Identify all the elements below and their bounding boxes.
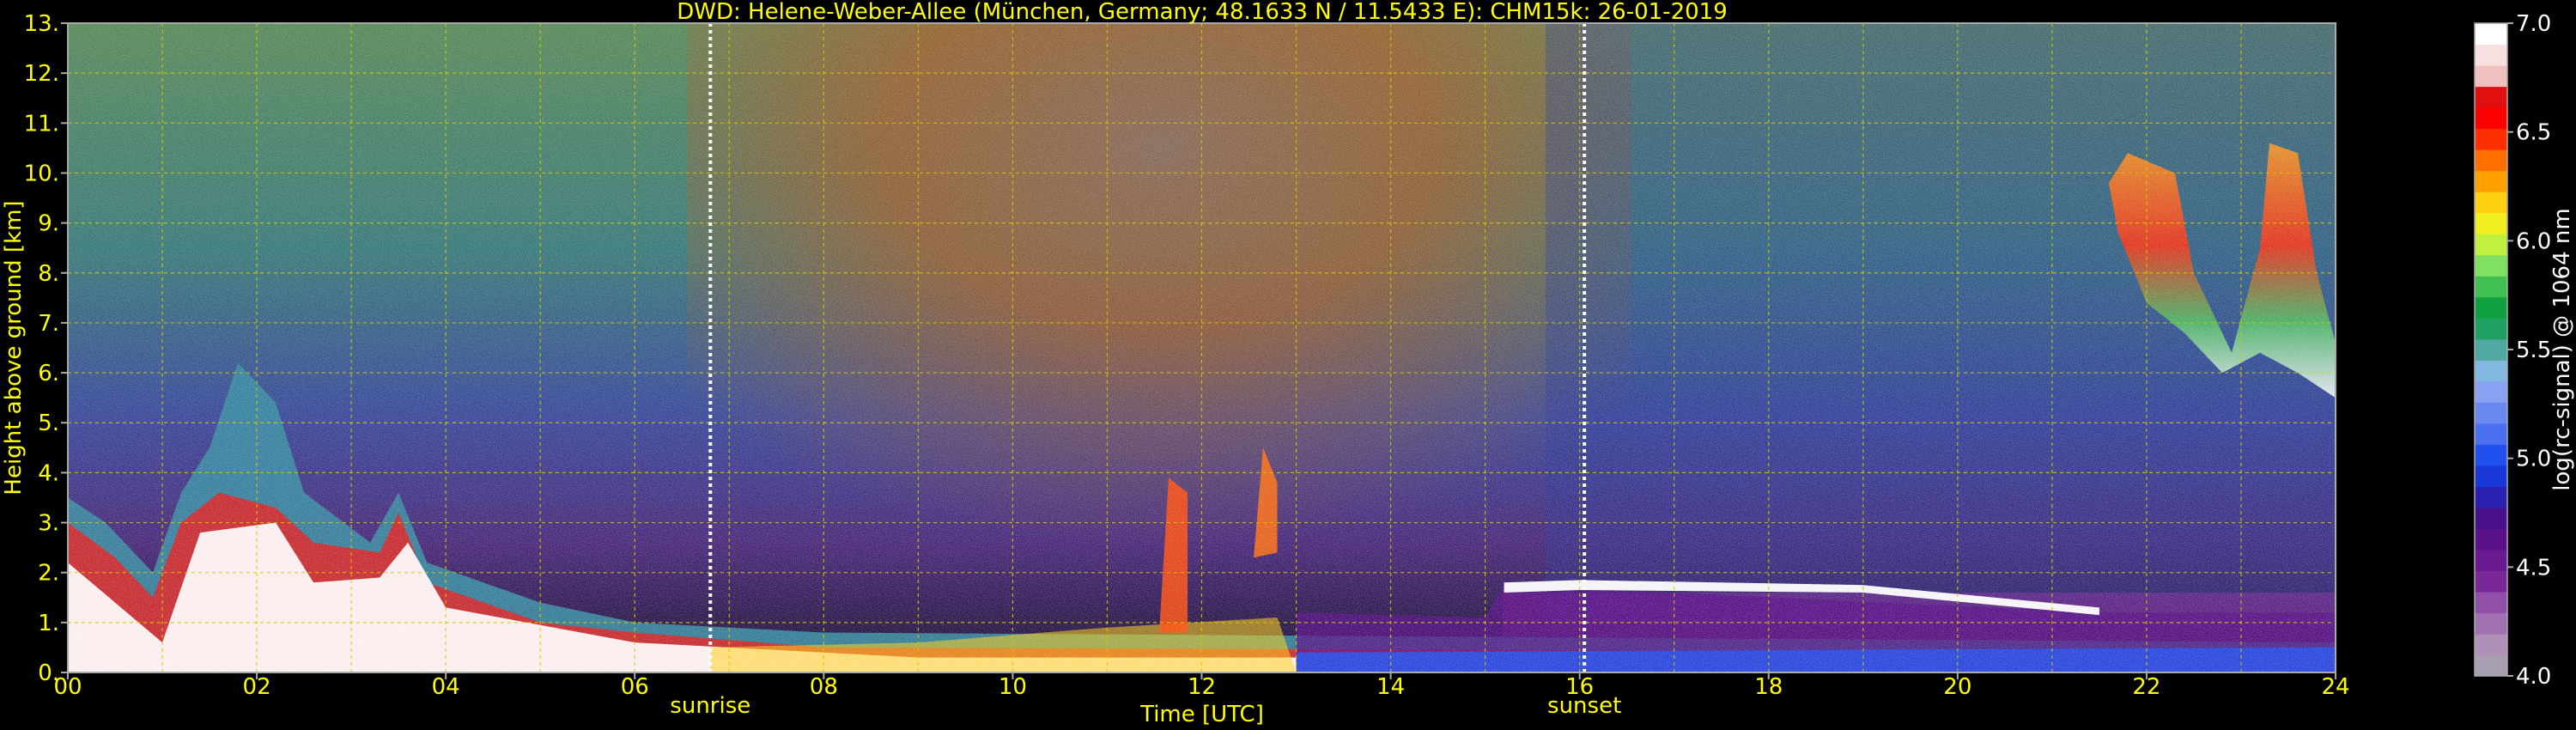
y-axis-label: Height above ground [km] (1, 200, 27, 495)
y-tick-label: 5. (38, 411, 59, 436)
x-tick-label: 02 (243, 674, 271, 700)
colorbar-segment (2475, 654, 2507, 677)
sunrise-label: sunrise (670, 693, 750, 719)
colorbar-segment (2475, 423, 2507, 445)
colorbar-tick-label: 5.5 (2516, 338, 2551, 363)
colorbar-segment (2475, 486, 2507, 508)
y-tick-label: 12. (24, 61, 59, 87)
x-axis: 00 02 04 06 08 10 12 14 16 18 20 22 24 (53, 672, 2350, 700)
x-tick-label: 06 (621, 674, 649, 700)
colorbar-tick-label: 4.5 (2516, 555, 2551, 581)
colorbar-segment (2475, 338, 2507, 361)
colorbar-tick-label: 6.0 (2516, 228, 2551, 254)
colorbar-segment (2475, 465, 2507, 487)
x-tick-label: 14 (1376, 674, 1405, 700)
colorbar-segment (2475, 612, 2507, 635)
colorbar-segment (2475, 86, 2507, 108)
colorbar-segment (2475, 633, 2507, 656)
x-tick-label: 20 (1943, 674, 1971, 700)
chart-title: DWD: Helene-Weber-Allee (München, German… (677, 0, 1728, 25)
colorbar-segment (2475, 107, 2507, 130)
y-tick-label: 13. (24, 11, 59, 37)
colorbar-segment (2475, 149, 2507, 172)
colorbar-segment (2475, 296, 2507, 319)
x-tick-label: 18 (1754, 674, 1783, 700)
x-tick-label: 12 (1188, 674, 1216, 700)
colorbar (2475, 23, 2507, 677)
y-tick-label: 0. (38, 660, 59, 686)
colorbar-segment (2475, 44, 2507, 66)
y-axis: 0. 1. 2. 3. 4. 5. 6. 7. 8. 9. 10. 11. 12. 13. (24, 11, 68, 686)
colorbar-label: log(rc-signal) @ 1064 nm (2549, 208, 2575, 490)
y-tick-label: 4. (38, 460, 59, 486)
colorbar-tick-label: 4.0 (2516, 664, 2551, 690)
colorbar-segment (2475, 360, 2507, 382)
colorbar-segment (2475, 23, 2507, 46)
colorbar-segment (2475, 380, 2507, 403)
colorbar-segment (2475, 192, 2507, 214)
colorbar-segment (2475, 254, 2507, 277)
y-tick-label: 10. (24, 161, 59, 186)
colorbar-tick-label: 7.0 (2516, 11, 2551, 37)
colorbar-segment (2475, 507, 2507, 529)
colorbar-segment (2475, 318, 2507, 340)
y-tick-label: 2. (38, 561, 59, 587)
colorbar-segment (2475, 444, 2507, 466)
colorbar-ticks: 4.0 4.5 5.0 5.5 6.0 6.5 7.0 (2507, 11, 2551, 690)
sunset-label: sunset (1547, 693, 1621, 719)
colorbar-tick-label: 6.5 (2516, 120, 2551, 146)
x-tick-label: 08 (810, 674, 838, 700)
y-tick-label: 7. (38, 311, 59, 337)
ceilometer-chart: 00 02 04 06 08 10 12 14 16 18 20 22 24 0.1.2.3.4.5.6… (1, 0, 2575, 727)
plot-area (68, 23, 2336, 672)
colorbar-segment (2475, 528, 2507, 551)
x-tick-label: 24 (2321, 674, 2349, 700)
colorbar-segment (2475, 591, 2507, 614)
y-tick-label: 11. (24, 111, 59, 137)
y-tick-label: 8. (38, 261, 59, 287)
colorbar-segment (2475, 128, 2507, 150)
colorbar-segment (2475, 65, 2507, 88)
y-tick-label: 3. (38, 511, 59, 537)
x-axis-label: Time [UTC] (1139, 702, 1264, 727)
colorbar-segment (2475, 234, 2507, 256)
colorbar-tick-label: 5.0 (2516, 447, 2551, 472)
y-tick-label: 9. (38, 211, 59, 237)
colorbar-segment (2475, 170, 2507, 192)
x-tick-label: 22 (2132, 674, 2160, 700)
colorbar-segment (2475, 276, 2507, 298)
colorbar-segment (2475, 212, 2507, 234)
y-tick-label: 1. (38, 611, 59, 636)
y-tick-label: 6. (38, 361, 59, 386)
x-tick-label: 04 (432, 674, 460, 700)
colorbar-segment (2475, 402, 2507, 424)
colorbar-segment (2475, 549, 2507, 572)
x-tick-label: 10 (999, 674, 1027, 700)
colorbar-segment (2475, 570, 2507, 593)
